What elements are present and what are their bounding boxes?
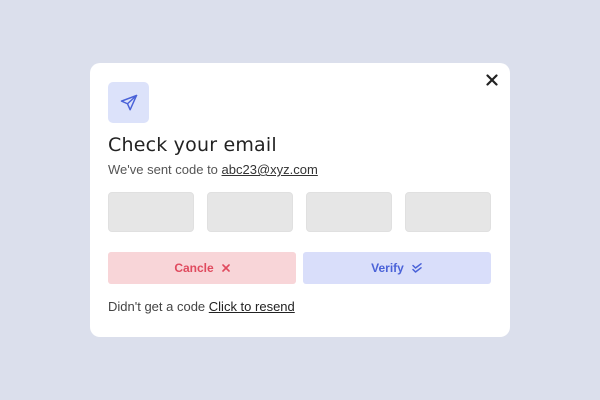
close-button[interactable] bbox=[483, 71, 501, 89]
otp-input-row bbox=[108, 192, 491, 232]
verify-email-dialog: Check your email We've sent code to abc2… bbox=[90, 63, 510, 337]
otp-field-4[interactable] bbox=[405, 192, 491, 232]
subtitle-text: We've sent code to bbox=[108, 162, 222, 177]
resend-link[interactable]: Click to resend bbox=[209, 299, 295, 314]
dialog-subtitle: We've sent code to abc23@xyz.com bbox=[108, 162, 318, 177]
verify-button[interactable]: Verify bbox=[303, 252, 491, 284]
otp-field-1[interactable] bbox=[108, 192, 194, 232]
otp-field-2[interactable] bbox=[207, 192, 293, 232]
resend-prefix: Didn't get a code bbox=[108, 299, 209, 314]
paper-plane-icon bbox=[120, 94, 137, 110]
double-check-icon bbox=[412, 263, 423, 273]
cancel-button[interactable]: Cancle bbox=[108, 252, 296, 284]
dialog-title: Check your email bbox=[108, 134, 277, 156]
action-buttons: Cancle Verify bbox=[108, 252, 491, 284]
resend-line: Didn't get a code Click to resend bbox=[108, 299, 295, 314]
header-icon-box bbox=[108, 82, 149, 123]
verify-button-label: Verify bbox=[371, 261, 404, 275]
cancel-button-label: Cancle bbox=[174, 261, 214, 275]
email-address: abc23@xyz.com bbox=[221, 162, 318, 177]
close-icon[interactable] bbox=[486, 74, 498, 86]
x-icon bbox=[221, 264, 230, 272]
otp-field-3[interactable] bbox=[306, 192, 392, 232]
